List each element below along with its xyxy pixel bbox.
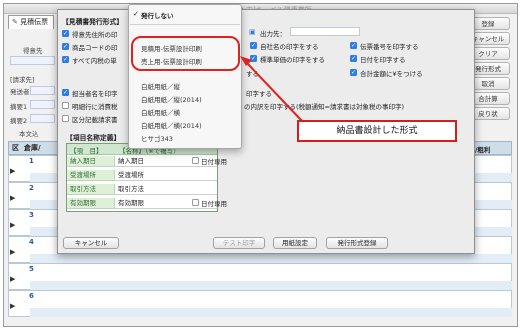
dropdown-item-blank-portrait[interactable]: 白紙用紙／縦 (141, 81, 180, 91)
row-number: 5 (29, 265, 34, 273)
name-def-label: 【項目名称定義】 (66, 134, 121, 142)
row-arrow-icon: ▶ (10, 275, 16, 283)
format-section-label: 【見積書発行形式】 (62, 18, 124, 26)
paper-settings-button[interactable]: 用紙設定 (273, 237, 317, 249)
option-invoice-type: 区分記載請求書 (72, 116, 118, 124)
row-number: 1 (29, 157, 34, 165)
label-tokuisaki: 得意先 (23, 47, 43, 55)
memo2-field[interactable] (30, 114, 55, 123)
checkbox-icon[interactable] (62, 102, 69, 109)
option-customer-address: 得意先住所の印 (72, 31, 118, 39)
checkbox-icon[interactable]: ✓ (62, 30, 69, 37)
tax-breakdown-text: の内訳を印字する(税額通知=請求書は対象税の事印字) (244, 103, 405, 111)
output-select[interactable] (290, 27, 360, 36)
tab-estimate-slip[interactable]: ✎ 見積伝票 (8, 15, 54, 29)
test-print-button[interactable]: テスト印字 (213, 237, 265, 249)
checkbox-icon[interactable]: ✓ (350, 69, 357, 76)
label-seikyusaki: [請求先] (10, 76, 35, 84)
row-arrow-icon: ▶ (10, 221, 16, 229)
row-arrow-icon: ▶ (10, 194, 16, 202)
checkbox-icon[interactable] (192, 157, 199, 164)
date-only-label: 日付専用 (201, 200, 227, 208)
option-slip-number: 伝票番号を印字する (360, 43, 419, 51)
header-item: 【項 目】 (70, 147, 103, 155)
checkbox-icon[interactable]: ✓ (350, 42, 357, 49)
label-tekiyo2: 摘要2 (10, 117, 28, 125)
highlight-oval (131, 36, 240, 71)
register-format-button[interactable]: 発行形式登録 (326, 237, 388, 249)
row-arrow-icon: ▶ (10, 302, 16, 310)
grid-header-kubun: 区 (12, 144, 19, 152)
row-subline (30, 254, 512, 263)
dropdown-item-blank-landscape[interactable]: 白紙用紙／横 (141, 107, 180, 117)
checkbox-icon[interactable]: ✓ (350, 55, 357, 62)
row-subline (30, 281, 512, 290)
name-row-label: 納入期日 (67, 156, 115, 167)
label-hakkosaki: 発送者 (10, 88, 30, 96)
output-label: 出力先： (260, 30, 286, 38)
row-arrow-icon: ▶ (10, 167, 16, 175)
option-standard-price: 標準単価の印字をする (260, 56, 325, 64)
annotation-callout: 納品書設計した形式 (297, 120, 457, 142)
option-yen-mark: 合計金額に¥をつける (360, 70, 423, 78)
row-number: 6 (29, 292, 34, 300)
checkmark-icon: ✓ (133, 10, 139, 18)
tab-label: 見積伝票 (20, 18, 49, 26)
option-staff-name: 担当者名を印字 (72, 90, 118, 98)
name-row-value[interactable]: 受渡場所 (115, 170, 217, 181)
option-company-name: 自社名の印字をする (260, 43, 319, 51)
row-number: 4 (29, 238, 34, 246)
row-subline (30, 308, 512, 317)
checkbox-icon[interactable]: ✓ (250, 55, 257, 62)
checkbox-icon[interactable]: ✓ (62, 43, 69, 50)
option-print-date: 日付を印字する (360, 56, 406, 64)
checkbox-icon[interactable] (192, 199, 199, 206)
label-tekiyo1: 摘要1 (10, 103, 28, 111)
row-arrow-icon: ▶ (10, 248, 16, 256)
name-row-label: 取引方法 (67, 184, 115, 195)
name-row-label: 有効期限 (67, 198, 115, 209)
memo1-field[interactable] (30, 100, 55, 109)
option-line-tax: 明細行に消費税 (72, 103, 118, 111)
label-honbun: 本文込 (19, 130, 39, 138)
dropdown-item-blank-landscape-2014[interactable]: 白紙用紙／横(2014) (141, 120, 202, 130)
checkbox-icon[interactable] (62, 115, 69, 122)
grid-header-warehouse: 倉庫/ (24, 144, 41, 152)
dropdown-selected[interactable]: 発行しない (141, 10, 174, 20)
printer-icon: ▣ (249, 28, 256, 36)
pencil-icon: ✎ (12, 18, 18, 26)
cancel-button[interactable]: キャンセル (63, 237, 119, 249)
option-product-code: 商品コードの印 (72, 44, 118, 52)
dropdown-item-blank-portrait-2014[interactable]: 白紙用紙／縦(2014) (141, 94, 202, 104)
row-number: 3 (29, 211, 34, 219)
row-number: 2 (29, 184, 34, 192)
divider (130, 24, 240, 25)
customer-field[interactable] (10, 56, 55, 65)
option-tax-included: すべて内税の単 (72, 57, 117, 65)
mid-text-1: する (246, 70, 259, 78)
date-only-label: 日付専用 (201, 158, 227, 166)
name-row-label: 受渡場所 (67, 170, 115, 181)
checkbox-icon[interactable]: ✓ (250, 42, 257, 49)
sender-field[interactable] (30, 86, 55, 95)
name-row-value[interactable]: 取引方法 (115, 184, 217, 195)
dropdown-item-hisago-343[interactable]: ヒサゴ343 (141, 133, 173, 143)
checkbox-icon[interactable]: ✓ (62, 89, 69, 96)
checkbox-icon[interactable]: ✓ (62, 56, 69, 63)
mid-text-2: 印字する (246, 90, 272, 98)
